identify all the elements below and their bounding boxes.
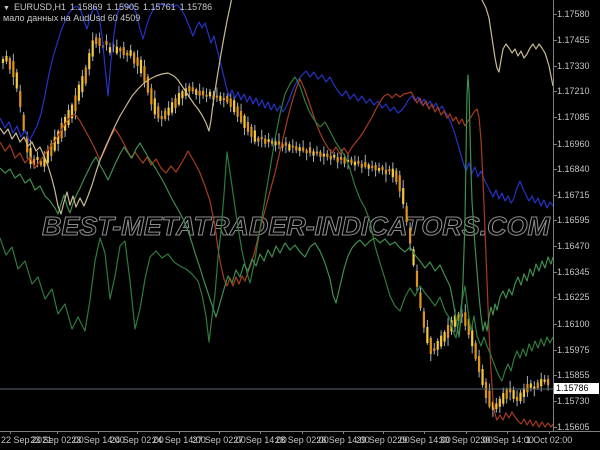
- price-axis-label: 1.17085: [557, 112, 590, 122]
- low-value: 1.15761: [143, 2, 176, 12]
- price-axis-label: 1.16100: [557, 319, 590, 329]
- price-axis-label: 1.15730: [557, 396, 590, 406]
- price-axis-label: 1.15605: [557, 422, 590, 432]
- indicator-alert-text: мало данных на AudUsd 60 4509: [3, 13, 141, 23]
- open-value: 1.15869: [69, 2, 103, 12]
- price-axis-label: 1.16595: [557, 215, 590, 225]
- symbol-period-label: EURUSD,H1: [13, 2, 66, 12]
- price-axis-label: 1.17210: [557, 86, 590, 96]
- plot-area[interactable]: BEST-METATRADER-INDICATORS.COM: [0, 0, 553, 428]
- price-axis-label: 1.16470: [557, 241, 590, 251]
- price-axis-label: 1.17330: [557, 61, 590, 71]
- price-chart-canvas[interactable]: BEST-METATRADER-INDICATORS.COM: [0, 0, 600, 450]
- price-axis-label: 1.16345: [557, 267, 590, 277]
- time-axis-label: 1 Oct 02:00: [525, 435, 573, 445]
- price-axis-label: 1.17580: [557, 9, 590, 19]
- high-value: 1.15905: [106, 2, 140, 12]
- blue-line: [0, 3, 553, 209]
- price-axis-label: 1.16225: [557, 292, 590, 302]
- close-value: 1.15786: [179, 2, 213, 12]
- price-axis-label: 1.16960: [557, 139, 590, 149]
- green-line-light: [0, 74, 553, 338]
- price-axis-label: 1.16715: [557, 190, 590, 200]
- current-price-tag: 1.15786: [554, 383, 599, 394]
- mt4-chart-window: BEST-METATRADER-INDICATORS.COM ▼ EURUSD,H…: [0, 0, 600, 450]
- price-axis-label: 1.15975: [557, 345, 590, 355]
- symbol-dropdown-icon: ▼: [3, 5, 10, 12]
- price-axis-label: 1.15855: [557, 370, 590, 380]
- price-axis-label: 1.16840: [557, 164, 590, 174]
- watermark-text: BEST-METATRADER-INDICATORS.COM: [42, 211, 551, 241]
- price-axis-label: 1.17455: [557, 35, 590, 45]
